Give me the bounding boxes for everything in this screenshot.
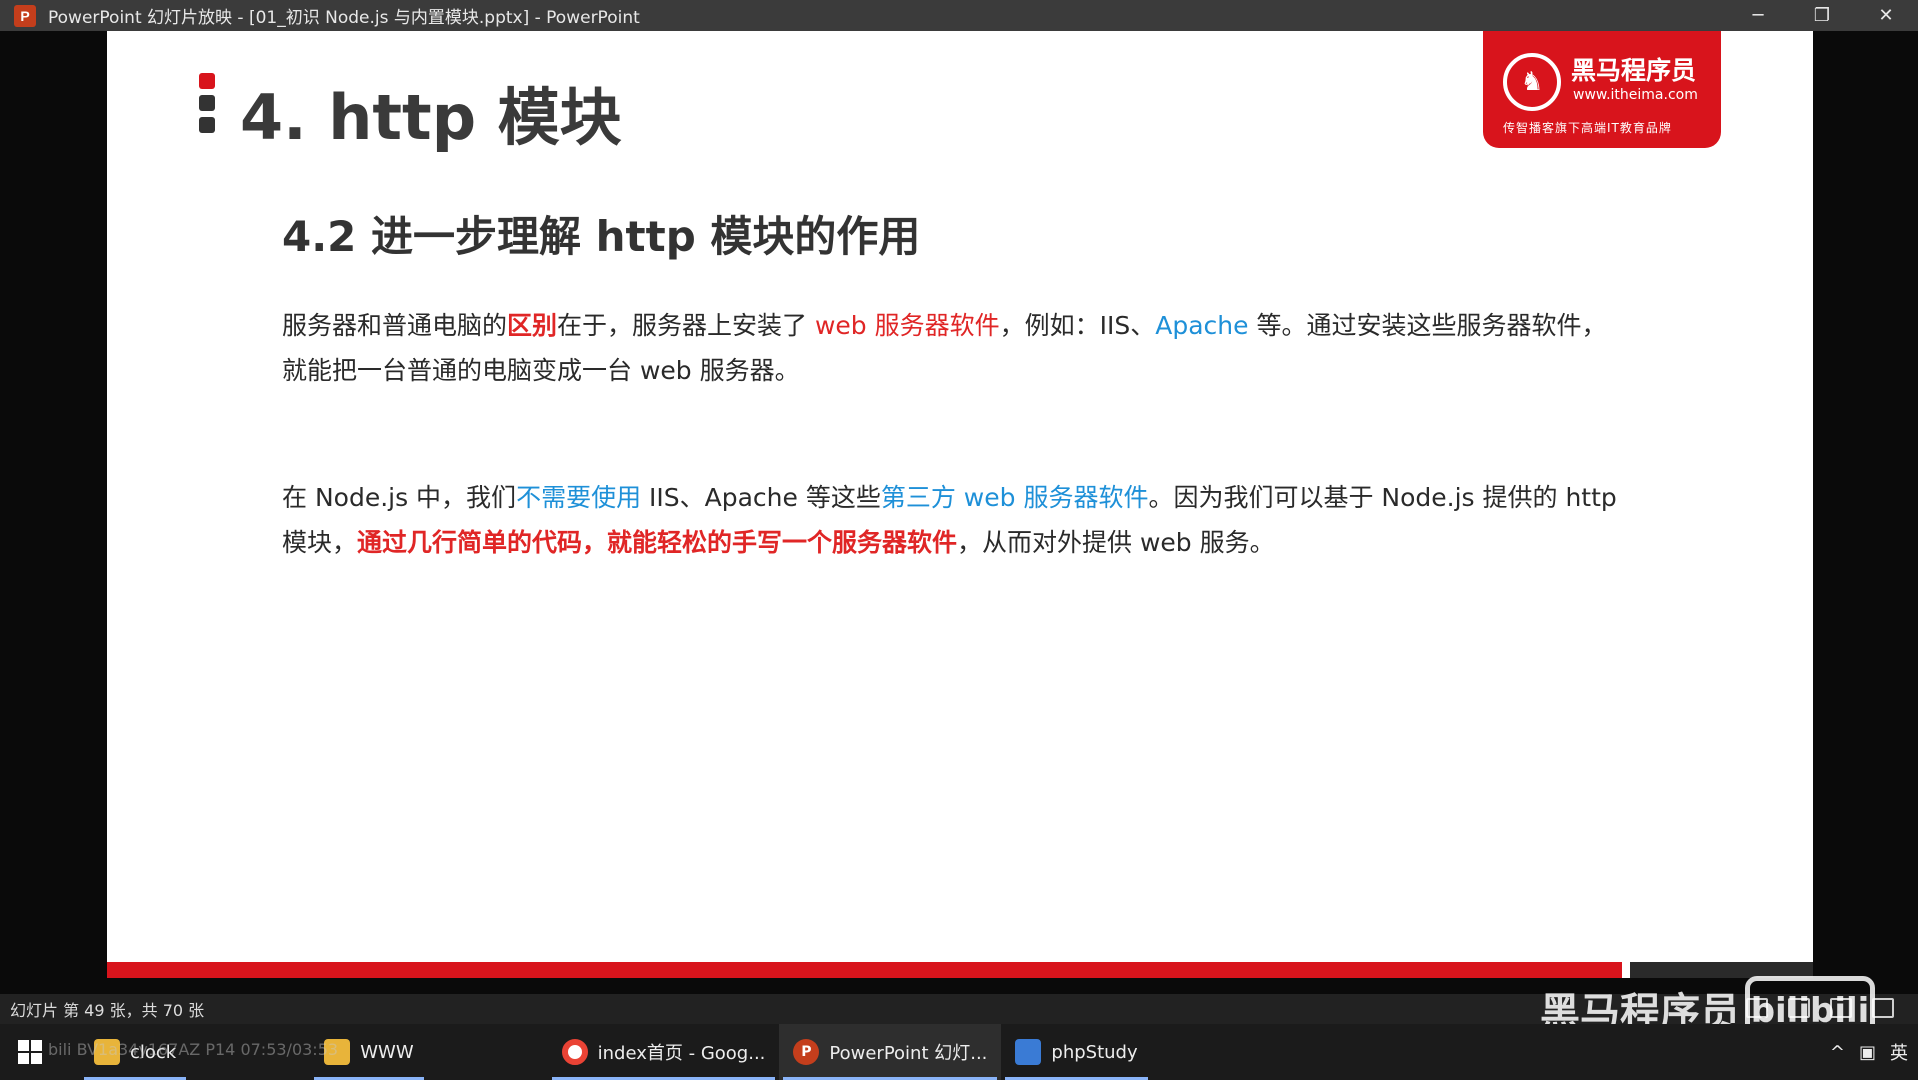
taskbar-item-label: phpStudy <box>1051 1041 1138 1063</box>
para2-highlight-third-party: 第三方 web 服务器软件 <box>880 483 1149 512</box>
restore-button[interactable]: ❐ <box>1790 0 1854 31</box>
taskbar-item-powerpoint[interactable]: P PowerPoint 幻灯... <box>779 1024 1002 1080</box>
slide-canvas[interactable]: 4. http 模块 ♞ 黑马程序员 www.itheima.com 传智播客旗… <box>107 31 1813 978</box>
minimize-button[interactable]: ─ <box>1726 0 1790 31</box>
itheima-logo: ♞ 黑马程序员 www.itheima.com 传智播客旗下高端IT教育品牌 <box>1483 31 1721 148</box>
taskbar-item-chrome[interactable]: index首页 - Goog... <box>548 1024 780 1080</box>
para1-text: ，例如：IIS、 <box>999 311 1156 340</box>
para2-text: ，从而对外提供 web 服务。 <box>957 528 1275 557</box>
system-tray: ^ ▣ 英 <box>1830 1024 1908 1080</box>
slide-title: 4. http 模块 <box>240 81 622 154</box>
powerpoint-icon: P <box>14 4 36 27</box>
close-button[interactable]: ✕ <box>1854 0 1918 31</box>
paragraph-nodejs: 在 Node.js 中，我们不需要使用 IIS、Apache 等这些第三方 we… <box>282 475 1622 565</box>
taskbar-item-label: index首页 - Goog... <box>597 1043 766 1064</box>
video-overlay-text: bili BV1a34y167AZ P14 07:53/03:53 <box>48 1040 339 1059</box>
slideshow-view-icon[interactable] <box>1872 998 1894 1018</box>
logo-site: www.itheima.com <box>1573 87 1698 103</box>
network-icon[interactable]: ▣ <box>1859 1042 1876 1063</box>
chrome-icon <box>561 1039 588 1065</box>
para2-text: 在 Node.js 中，我们 <box>282 483 517 512</box>
logo-brand: 黑马程序员 <box>1571 56 1697 85</box>
taskbar-item-label: WWW <box>360 1041 414 1063</box>
horse-icon: ♞ <box>1503 53 1561 111</box>
window-title: PowerPoint 幻灯片放映 - [01_初识 Node.js 与内置模块.… <box>48 8 640 28</box>
slide-bottom-bar <box>107 962 1622 978</box>
para2-highlight-no-need: 不需要使用 <box>516 483 642 512</box>
para1-highlight-difference: 区别 <box>507 311 558 340</box>
logo-slogan: 传智播客旗下高端IT教育品牌 <box>1503 121 1672 135</box>
slide-counter: 幻灯片 第 49 张，共 70 张 <box>10 1001 205 1020</box>
taskbar-item-phpstudy[interactable]: phpStudy <box>1001 1024 1151 1080</box>
window-titlebar: P PowerPoint 幻灯片放映 - [01_初识 Node.js 与内置模… <box>0 0 1918 31</box>
para1-highlight-web-server-software: web 服务器软件 <box>814 311 1000 340</box>
para1-text: 服务器和普通电脑的 <box>282 311 508 340</box>
taskbar-item-label: PowerPoint 幻灯... <box>829 1043 988 1064</box>
para2-highlight-few-lines: 通过几行简单的代码，就能轻松的手写一个服务器软件 <box>357 528 958 557</box>
title-marker-icon <box>199 73 215 133</box>
para1-highlight-apache: Apache <box>1155 311 1249 340</box>
powerpoint-icon: P <box>793 1039 820 1065</box>
phpstudy-icon <box>1015 1039 1042 1065</box>
ime-indicator[interactable]: 英 <box>1890 1039 1908 1065</box>
tray-caret-icon[interactable]: ^ <box>1830 1042 1845 1063</box>
para2-text: IIS、Apache 等这些 <box>641 483 881 512</box>
para1-text: 在于，服务器上安装了 <box>557 311 815 340</box>
windows-icon <box>18 1040 42 1064</box>
slide-subtitle: 4.2 进一步理解 http 模块的作用 <box>282 212 921 261</box>
paragraph-difference: 服务器和普通电脑的区别在于，服务器上安装了 web 服务器软件，例如：IIS、A… <box>282 303 1622 393</box>
